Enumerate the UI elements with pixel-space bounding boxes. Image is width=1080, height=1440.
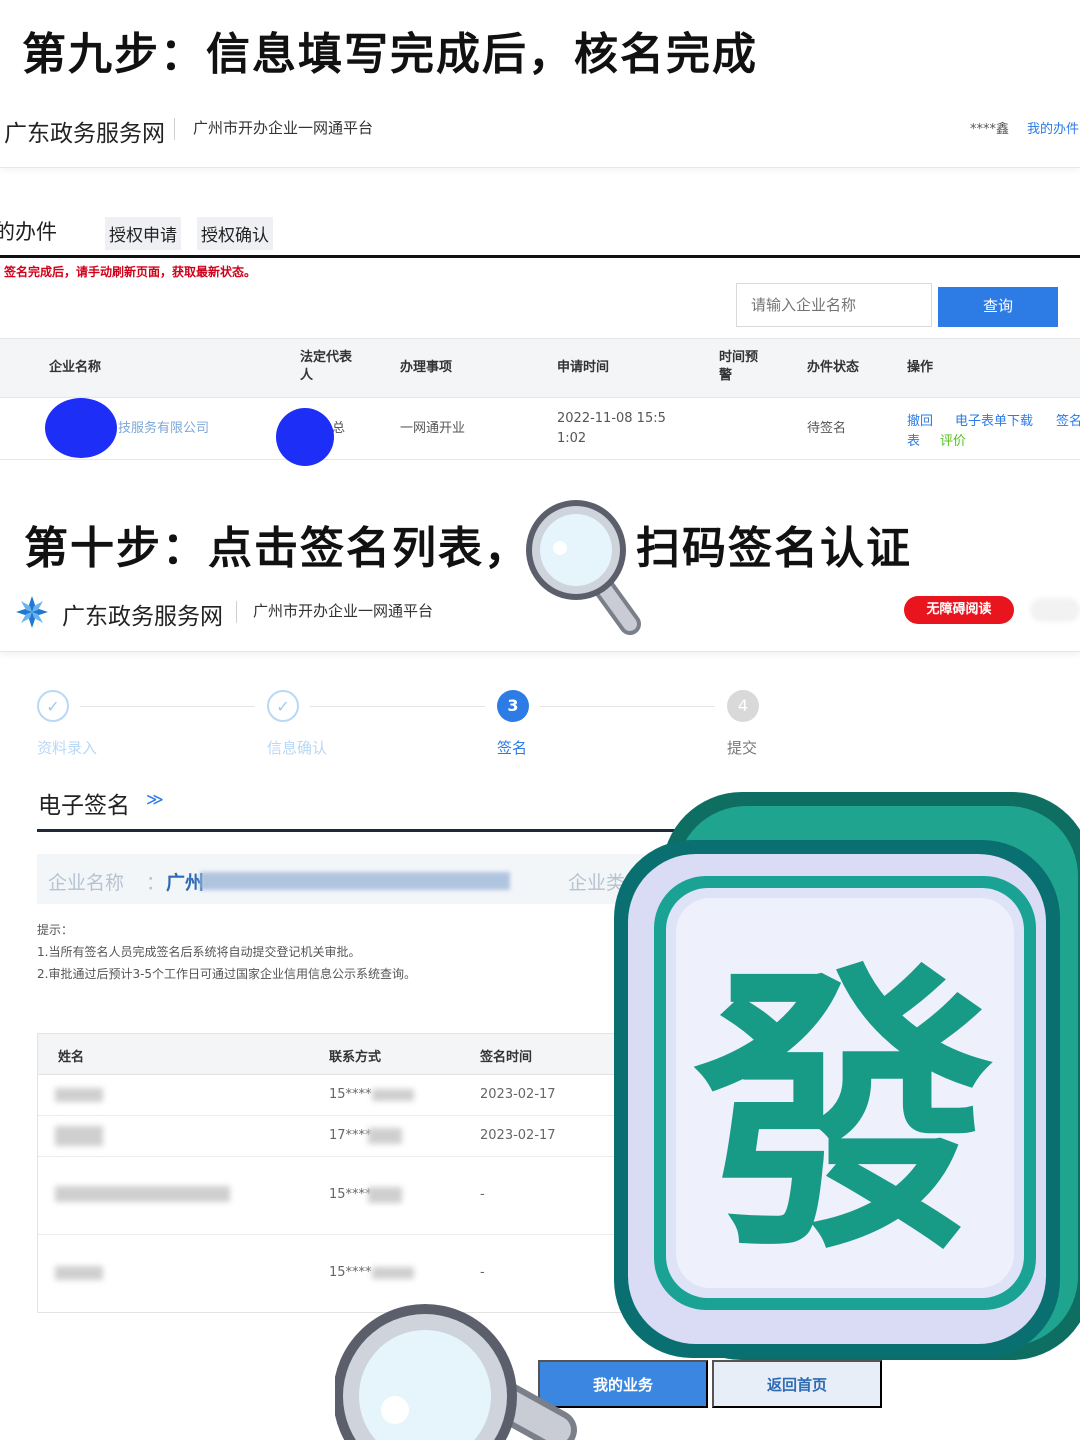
th-time-warning-line2: 警 [719, 368, 733, 383]
sign-list-link-cont[interactable]: 表 [907, 430, 920, 449]
redacted-contact [368, 1187, 402, 1203]
signer-time: - [480, 1187, 485, 1202]
stepper-line [540, 706, 715, 707]
row-divider [38, 1115, 636, 1116]
sign-list-link[interactable]: 签名 [1056, 410, 1080, 429]
company-name-colon: ： [146, 872, 166, 894]
header-divider-2 [236, 601, 237, 623]
row-company-name[interactable]: 技服务有限公司 [118, 419, 209, 439]
tab-auth-apply[interactable]: 授权申请 [105, 217, 181, 250]
th-time-warning-line1: 时间预 [719, 350, 759, 365]
step-1-label: 资料录入 [37, 739, 98, 757]
my-affairs-link[interactable]: 我的办件 [1027, 118, 1079, 137]
site-logo-icon [16, 596, 48, 628]
stepper-line [80, 706, 255, 707]
th-matter: 办理事项 [400, 360, 453, 375]
company-name-label: 企业名称 [48, 872, 125, 894]
redacted-contact [372, 1089, 414, 1101]
section-underline [37, 829, 677, 832]
signer-time: 2023-02-17 [480, 1087, 556, 1102]
signer-time: - [480, 1265, 485, 1280]
tips-line-1: 1.当所有签名人员完成签名后系统将自动提交登记机关审批。 [37, 945, 361, 959]
th-contact: 联系方式 [329, 1050, 382, 1065]
tab-auth-confirm[interactable]: 授权确认 [197, 217, 273, 250]
user-name[interactable]: ****鑫 [970, 118, 1009, 137]
platform-name: 广州市开办企业一网通平台 [193, 119, 374, 137]
query-button[interactable]: 查询 [938, 287, 1058, 327]
form-download-link[interactable]: 电子表单下载 [955, 410, 1033, 429]
step-2-label: 信息确认 [267, 739, 328, 757]
header-divider [174, 118, 175, 140]
accessibility-button[interactable]: 无障碍阅读 [904, 596, 1014, 624]
redacted-company-name [200, 872, 510, 890]
chevron-down-icon[interactable]: ≫ [146, 790, 164, 810]
stepper-line [310, 706, 485, 707]
row-divider [38, 1234, 636, 1235]
signer-time: 2023-02-17 [480, 1128, 556, 1143]
signer-contact: 15**** [329, 1087, 372, 1102]
evaluate-link[interactable]: 评价 [940, 430, 966, 449]
step-2-check-icon: ✓ [267, 690, 299, 722]
th-company: 企业名称 [49, 360, 102, 375]
magnifier-icon [335, 1304, 577, 1440]
tab-underline [0, 255, 1080, 258]
signer-contact: 15**** [329, 1187, 372, 1202]
redacted-name [55, 1186, 230, 1202]
th-legal-rep: 法定代表 人 [300, 349, 352, 385]
row-divider [38, 1156, 636, 1157]
site-name-2[interactable]: 广东政务服务网 [62, 597, 223, 631]
refresh-notice: 签名完成后，请手动刷新页面，获取最新状态。 [4, 265, 257, 279]
th-legal-rep-line2: 人 [300, 368, 314, 383]
step10-title-part1: 第十步：点击签名列表， [24, 523, 530, 574]
redaction-blob [276, 408, 334, 466]
step-3-number: 3 [497, 690, 529, 722]
redacted-name [55, 1088, 103, 1102]
company-name-value: 广州 [166, 872, 205, 894]
platform-name-2: 广州市开办企业一网通平台 [253, 602, 434, 620]
signer-contact: 15**** [329, 1265, 372, 1280]
back-home-button[interactable]: 返回首页 [712, 1360, 882, 1408]
signer-contact: 17**** [329, 1128, 372, 1143]
th-name: 姓名 [58, 1050, 85, 1065]
redacted-contact [372, 1267, 414, 1279]
magnifier-icon [526, 500, 641, 635]
step-1-check-icon: ✓ [37, 690, 69, 722]
mahjong-tile-character: 發 [689, 940, 994, 1289]
redaction-blob [45, 398, 117, 458]
th-apply-time: 申请时间 [557, 360, 610, 375]
step10-title-part2: 扫码签名认证 [636, 523, 912, 574]
th-legal-rep-line1: 法定代表 [300, 350, 353, 365]
site-name[interactable]: 广东政务服务网 [4, 114, 165, 148]
th-sign-time: 签名时间 [480, 1050, 533, 1065]
redacted-user [1030, 598, 1080, 622]
row-matter: 一网通开业 [400, 421, 466, 436]
tab-my-affairs[interactable]: 的办件 [0, 216, 57, 246]
section-title: 电子签名 [38, 793, 130, 819]
th-action: 操作 [907, 360, 934, 375]
mahjong-tile-icon: 發 [614, 792, 1080, 1360]
redacted-name [55, 1126, 103, 1146]
company-search-input[interactable] [736, 283, 932, 327]
tips-heading: 提示： [37, 923, 74, 937]
tips-line-2: 2.审批通过后预计3-5个工作日可通过国家企业信用信息公示系统查询。 [37, 967, 417, 981]
step-4-number: 4 [727, 690, 759, 722]
row-apply-time-line2: 1:02 [557, 431, 587, 446]
th-time-warning: 时间预 警 [719, 349, 758, 385]
redacted-contact [368, 1128, 402, 1144]
row-status: 待签名 [807, 421, 847, 436]
redacted-name [55, 1266, 103, 1280]
row-apply-time: 2022-11-08 15:5 1:02 [557, 409, 666, 449]
th-status: 办件状态 [807, 360, 860, 375]
revoke-link[interactable]: 撤回 [907, 410, 933, 429]
step-4-label: 提交 [727, 739, 758, 757]
step-3-label: 签名 [497, 739, 528, 757]
row-apply-time-line1: 2022-11-08 15:5 [557, 411, 666, 426]
step9-title: 第九步：信息填写完成后，核名完成 [22, 29, 758, 80]
